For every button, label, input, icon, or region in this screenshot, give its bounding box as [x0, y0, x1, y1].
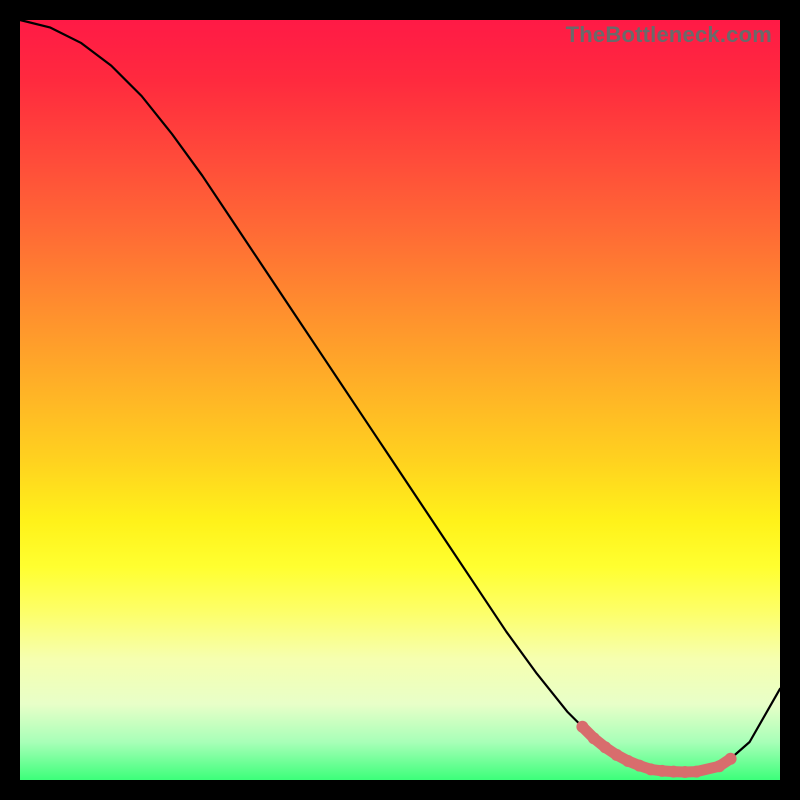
marker-dot — [588, 732, 600, 744]
marker-dot — [713, 760, 725, 772]
marker-dot — [576, 721, 588, 733]
marker-dot — [645, 763, 657, 775]
marker-dot — [679, 766, 691, 778]
marker-dot — [725, 753, 737, 765]
bottleneck-curve — [20, 20, 780, 772]
marker-dot — [611, 749, 623, 761]
plot-area: TheBottleneck.com — [20, 20, 780, 780]
marker-dot — [633, 760, 645, 772]
marker-dot — [622, 755, 634, 767]
chart-svg — [20, 20, 780, 780]
marker-dot — [656, 765, 668, 777]
marker-dot — [690, 766, 702, 778]
curve-markers — [576, 721, 736, 778]
marker-dot — [668, 766, 680, 778]
chart-container: TheBottleneck.com — [0, 0, 800, 800]
marker-dot — [599, 741, 611, 753]
